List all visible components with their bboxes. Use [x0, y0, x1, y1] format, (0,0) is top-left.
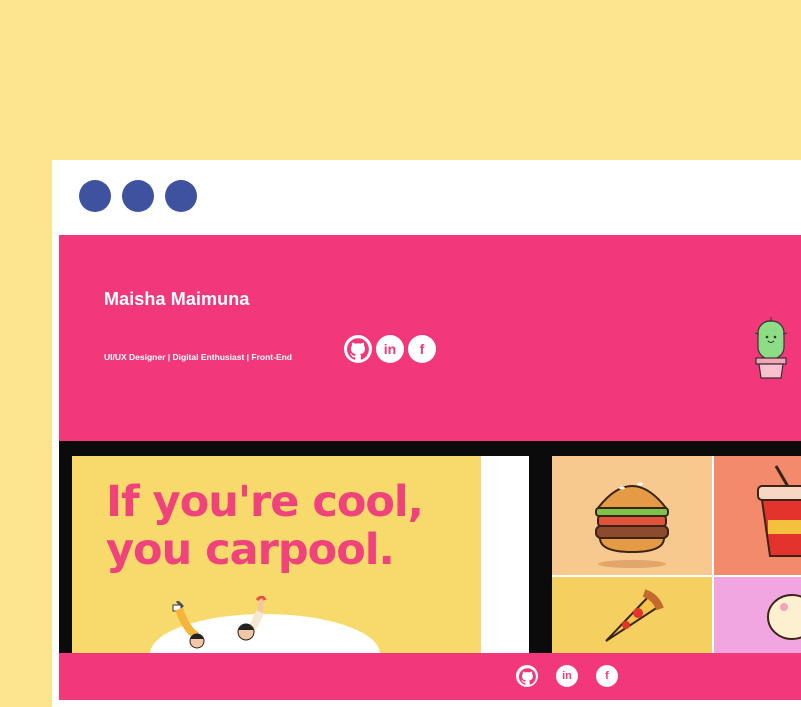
facebook-icon[interactable]: f [596, 665, 618, 687]
window-dot-1[interactable] [79, 180, 111, 212]
carpool-poster: If you're cool, you carpool. [72, 456, 481, 653]
food-tile-pizza [552, 577, 712, 653]
project-gallery: If you're cool, you carpool. [59, 441, 801, 653]
cactus-illustration [754, 317, 788, 379]
linkedin-icon[interactable]: in [556, 665, 578, 687]
footer-social-links: in f [516, 665, 618, 687]
window-dot-3[interactable] [165, 180, 197, 212]
window-dot-2[interactable] [122, 180, 154, 212]
browser-window: Maisha Maimuna UI/UX Designer | Digital … [52, 160, 801, 707]
project-card-food[interactable] [552, 456, 801, 653]
person-illustration-1 [172, 601, 205, 649]
food-tile-drink [714, 456, 801, 575]
facebook-icon[interactable]: f [408, 335, 436, 363]
person-illustration-2 [237, 596, 267, 641]
window-controls [79, 180, 197, 212]
profile-header: Maisha Maimuna UI/UX Designer | Digital … [59, 235, 801, 441]
poster-headline-line2: you carpool. [106, 525, 395, 575]
site-footer: in f [59, 653, 801, 700]
profile-tagline: UI/UX Designer | Digital Enthusiast | Fr… [104, 352, 292, 362]
food-tile-ice-cream [714, 577, 801, 653]
poster-headline-line1: If you're cool, [106, 477, 424, 527]
github-icon[interactable] [344, 335, 372, 363]
profile-name: Maisha Maimuna [104, 289, 250, 309]
header-social-links: in f [344, 335, 436, 363]
food-tile-burger [552, 456, 712, 575]
linkedin-icon[interactable]: in [376, 335, 404, 363]
project-card-carpool[interactable]: If you're cool, you carpool. [72, 456, 529, 653]
github-icon[interactable] [516, 665, 538, 687]
